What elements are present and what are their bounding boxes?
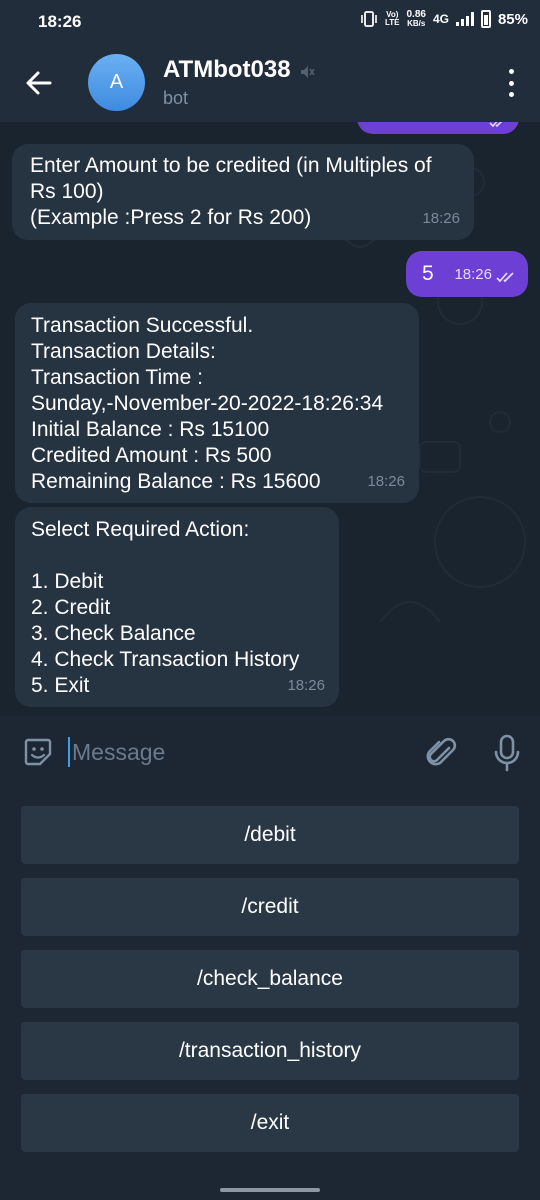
bot-keyboard: /debit /credit /check_balance /transacti…: [0, 790, 540, 1200]
message-bubble-incoming[interactable]: Select Required Action: 1. Debit 2. Cred…: [15, 507, 339, 707]
status-icons: Vo) LTE 0.86 KB/s 4G 85%: [360, 10, 528, 28]
emoji-sticker-icon[interactable]: [22, 736, 54, 768]
bot-command-transaction-history[interactable]: /transaction_history: [21, 1022, 519, 1080]
bot-command-debit[interactable]: /debit: [21, 806, 519, 864]
gesture-nav-bar: [0, 1176, 540, 1200]
read-checkmarks-icon: [489, 122, 503, 128]
volte-indicator: Vo) LTE: [384, 10, 400, 27]
attach-icon[interactable]: [425, 736, 457, 770]
avatar-letter: A: [109, 71, 124, 93]
battery-icon: [480, 10, 491, 28]
message-bubble-incoming[interactable]: Transaction Successful. Transaction Deta…: [15, 303, 419, 503]
battery-level: 85%: [497, 10, 528, 28]
network-type: 4G: [432, 12, 449, 26]
back-arrow-icon[interactable]: [22, 66, 56, 100]
chat-header: A ATMbot038 bot: [0, 44, 540, 122]
message-bubble-incoming[interactable]: Enter Amount to be credited (in Multiple…: [12, 144, 474, 240]
avatar[interactable]: A: [88, 54, 145, 111]
bot-command-check-balance[interactable]: /check_balance: [21, 950, 519, 1008]
message-input[interactable]: [72, 733, 392, 771]
bot-command-exit[interactable]: /exit: [21, 1094, 519, 1152]
chat-title[interactable]: ATMbot038: [163, 56, 291, 84]
message-time: 18:26: [454, 266, 492, 283]
read-checkmarks-icon: [496, 272, 514, 283]
signal-icon: [455, 12, 474, 26]
message-time: 18:26: [367, 473, 405, 490]
bot-command-credit[interactable]: /credit: [21, 878, 519, 936]
message-text: Transaction Successful. Transaction Deta…: [31, 314, 384, 493]
message-text: Enter Amount to be credited (in Multiple…: [30, 154, 432, 229]
message-time: 18:26: [287, 677, 325, 694]
status-bar: 18:26 Vo) LTE 0.86 KB/s 4G 85%: [0, 0, 540, 44]
chat-subtitle: bot: [163, 88, 189, 108]
status-time: 18:26: [38, 12, 82, 31]
network-speed: 0.86 KB/s: [406, 9, 426, 28]
text-cursor: [68, 737, 70, 767]
message-bubble-outgoing[interactable]: 5 18:26: [406, 251, 528, 297]
chat-area[interactable]: 18:26 Enter Amount to be credited (in Mu…: [0, 122, 540, 716]
message-time: 18:26: [422, 210, 460, 227]
home-gesture-handle[interactable]: [220, 1188, 320, 1192]
vibrate-icon: [361, 11, 377, 27]
message-bubble-outgoing-partial[interactable]: 18:26: [357, 122, 519, 134]
message-text: Select Required Action: 1. Debit 2. Cred…: [31, 518, 300, 697]
muted-icon: [301, 66, 315, 78]
message-time: 18:26: [445, 122, 483, 130]
microphone-icon[interactable]: [493, 734, 521, 772]
more-options-icon[interactable]: [506, 69, 516, 97]
message-composer: [0, 716, 540, 790]
